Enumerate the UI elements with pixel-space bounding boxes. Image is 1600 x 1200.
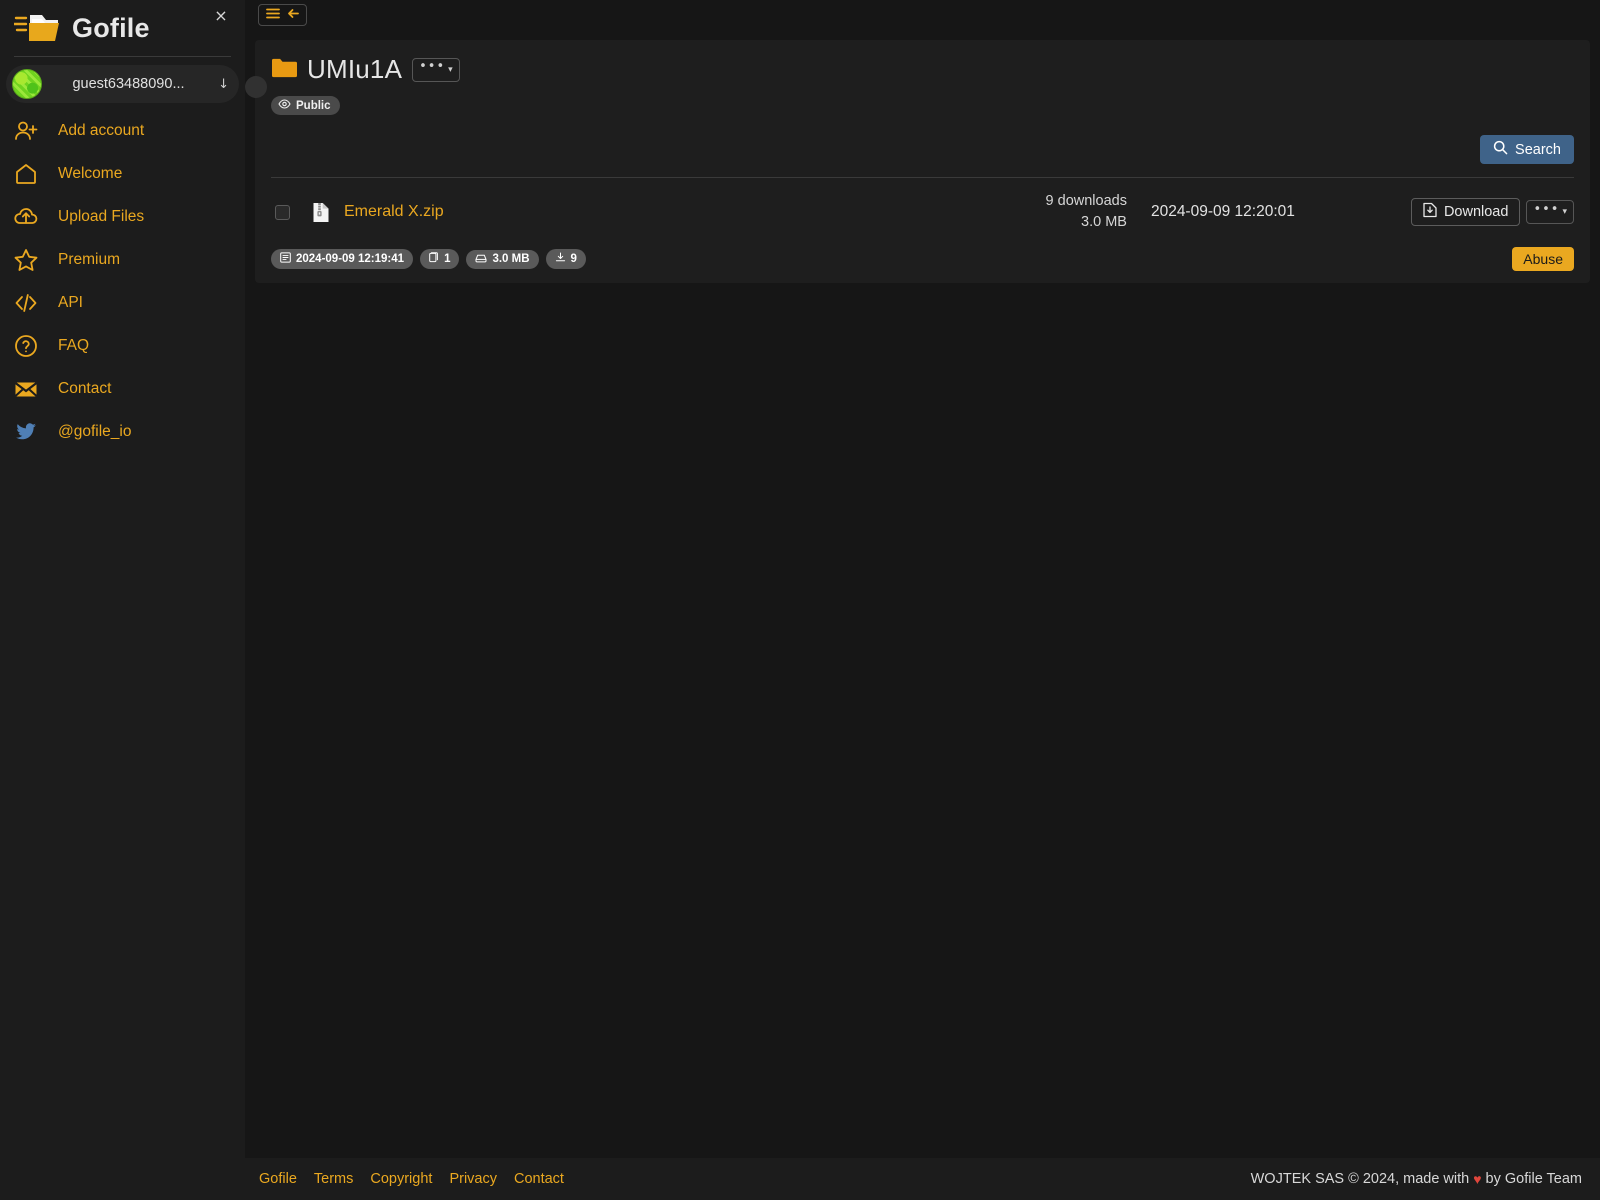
meta-badge-download-count: 9 <box>545 249 586 270</box>
brand-title: Gofile <box>72 12 150 43</box>
folder-content-card: UMIu1A ••• ▾ Public Search Emerald X.zip… <box>245 40 1590 284</box>
sidebar-item-label: Upload Files <box>58 207 145 225</box>
meta-badge-total-size: 3.0 MB <box>466 249 539 269</box>
twitter-icon <box>12 418 40 446</box>
sidebar: × Gofile guest63488090... ↓ Add account … <box>0 0 245 1200</box>
gofile-app-window: × Gofile guest63488090... ↓ Add account … <box>0 0 1600 1200</box>
meta-badge-label: 2024-09-09 12:19:41 <box>296 253 405 266</box>
meta-badge-label: 3.0 MB <box>492 253 530 266</box>
meta-badge-label: 1 <box>444 253 451 266</box>
footer-link-terms[interactable]: Terms <box>314 1171 353 1187</box>
footer-link-gofile[interactable]: Gofile <box>259 1171 297 1187</box>
sidebar-item-contact[interactable]: Contact <box>0 367 245 410</box>
footer-link-contact[interactable]: Contact <box>514 1171 564 1187</box>
file-download-icon <box>1423 202 1437 222</box>
account-selector[interactable]: guest63488090... ↓ <box>6 65 239 103</box>
sidebar-item-label: Contact <box>58 379 112 397</box>
meta-badge-label: 9 <box>570 253 577 266</box>
envelope-icon <box>12 375 40 403</box>
footer-link-privacy[interactable]: Privacy <box>449 1171 497 1187</box>
sidebar-item-label: Add account <box>58 121 145 139</box>
sidebar-item-label: Welcome <box>58 164 123 182</box>
zip-file-icon <box>312 201 332 223</box>
download-count-icon <box>555 252 566 266</box>
identicon-avatar-icon <box>12 69 42 99</box>
file-select-checkbox[interactable] <box>275 204 290 220</box>
file-size: 3.0 MB <box>1081 214 1127 231</box>
sidebar-item-add-account[interactable]: Add account <box>0 109 245 152</box>
footer-link-copyright[interactable]: Copyright <box>370 1171 432 1187</box>
eye-icon <box>278 99 291 112</box>
file-options-button[interactable]: ••• ▾ <box>1526 200 1574 225</box>
sidebar-nav: Add account Welcome Upload Files Premium… <box>0 109 245 453</box>
visibility-status-badge: Public <box>271 96 340 115</box>
sidebar-item-api[interactable]: API <box>0 281 245 324</box>
code-brackets-icon <box>12 289 40 317</box>
visibility-label: Public <box>296 99 331 112</box>
footer-credit: WOJTEK SAS © 2024, made with ♥ by Gofile… <box>1251 1171 1582 1187</box>
ellipsis-icon: ••• <box>419 59 446 74</box>
hard-drive-icon <box>475 253 487 266</box>
sidebar-item-welcome[interactable]: Welcome <box>0 152 245 195</box>
footer: Gofile Terms Copyright Privacy Contact W… <box>245 1158 1600 1200</box>
question-circle-icon <box>12 332 40 360</box>
file-stats: 9 downloads 3.0 MB <box>1046 191 1127 233</box>
sidebar-close-button[interactable]: × <box>209 4 233 28</box>
meta-badge-created-date: 2024-09-09 12:19:41 <box>271 249 414 270</box>
sidebar-item-label: Premium <box>58 250 121 268</box>
chevron-down-icon: ▾ <box>448 64 453 75</box>
files-count-icon <box>429 252 439 266</box>
sidebar-item-label: FAQ <box>58 336 90 354</box>
table-row: Emerald X.zip 9 downloads 3.0 MB 2024-09… <box>271 178 1574 233</box>
main-content: UMIu1A ••• ▾ Public Search Emerald X.zip… <box>245 0 1600 1200</box>
search-button-label: Search <box>1515 141 1561 158</box>
folder-header: UMIu1A ••• ▾ <box>271 54 1574 85</box>
footer-credit-before: WOJTEK SAS © 2024, made with <box>1250 1171 1470 1187</box>
row-actions: Download ••• ▾ <box>1410 198 1574 227</box>
account-name-label: guest63488090... <box>72 76 185 92</box>
footer-credit-after: by Gofile Team <box>1485 1171 1582 1187</box>
sidebar-collapse-handle[interactable] <box>245 76 267 98</box>
sidebar-item-faq[interactable]: FAQ <box>0 324 245 367</box>
abuse-wrapper: Abuse <box>1512 247 1574 272</box>
calendar-icon <box>280 252 291 266</box>
file-date: 2024-09-09 12:20:01 <box>1150 203 1295 221</box>
cloud-upload-icon <box>12 203 40 231</box>
folder-name-title: UMIu1A <box>307 54 403 84</box>
search-icon <box>1493 140 1508 159</box>
home-icon <box>12 160 40 188</box>
folder-meta-badges: 2024-09-09 12:19:41 1 3.0 MB 9 Abuse <box>271 247 1574 272</box>
star-icon <box>12 246 40 274</box>
sidebar-toggle-button[interactable] <box>258 4 307 26</box>
search-button[interactable]: Search <box>1480 135 1574 164</box>
arrow-left-icon <box>286 7 300 23</box>
file-downloads-count: 9 downloads <box>1045 193 1127 209</box>
sidebar-item-twitter[interactable]: @gofile_io <box>0 410 245 453</box>
ellipsis-icon: ••• <box>1533 201 1560 217</box>
heart-icon: ♥ <box>1473 1171 1482 1187</box>
download-button[interactable]: Download <box>1410 198 1521 227</box>
file-name-link[interactable]: Emerald X.zip <box>344 203 444 221</box>
top-bar <box>245 0 1600 32</box>
user-plus-icon <box>12 117 40 145</box>
chevron-down-icon: ↓ <box>218 76 229 92</box>
folder-icon <box>271 57 297 83</box>
sidebar-item-label: API <box>58 293 83 311</box>
footer-links: Gofile Terms Copyright Privacy Contact <box>259 1171 564 1187</box>
meta-badge-file-count: 1 <box>420 249 460 270</box>
sidebar-item-premium[interactable]: Premium <box>0 238 245 281</box>
search-row: Search <box>271 135 1574 164</box>
hamburger-icon <box>265 7 281 23</box>
download-button-label: Download <box>1443 204 1509 221</box>
sidebar-item-label: @gofile_io <box>58 422 132 440</box>
folder-options-button[interactable]: ••• ▾ <box>412 57 460 82</box>
sidebar-item-upload-files[interactable]: Upload Files <box>0 195 245 238</box>
gofile-folder-logo-icon <box>12 11 60 45</box>
sidebar-divider <box>14 56 231 57</box>
abuse-report-button[interactable]: Abuse <box>1512 247 1574 272</box>
chevron-down-icon: ▾ <box>1562 207 1567 218</box>
